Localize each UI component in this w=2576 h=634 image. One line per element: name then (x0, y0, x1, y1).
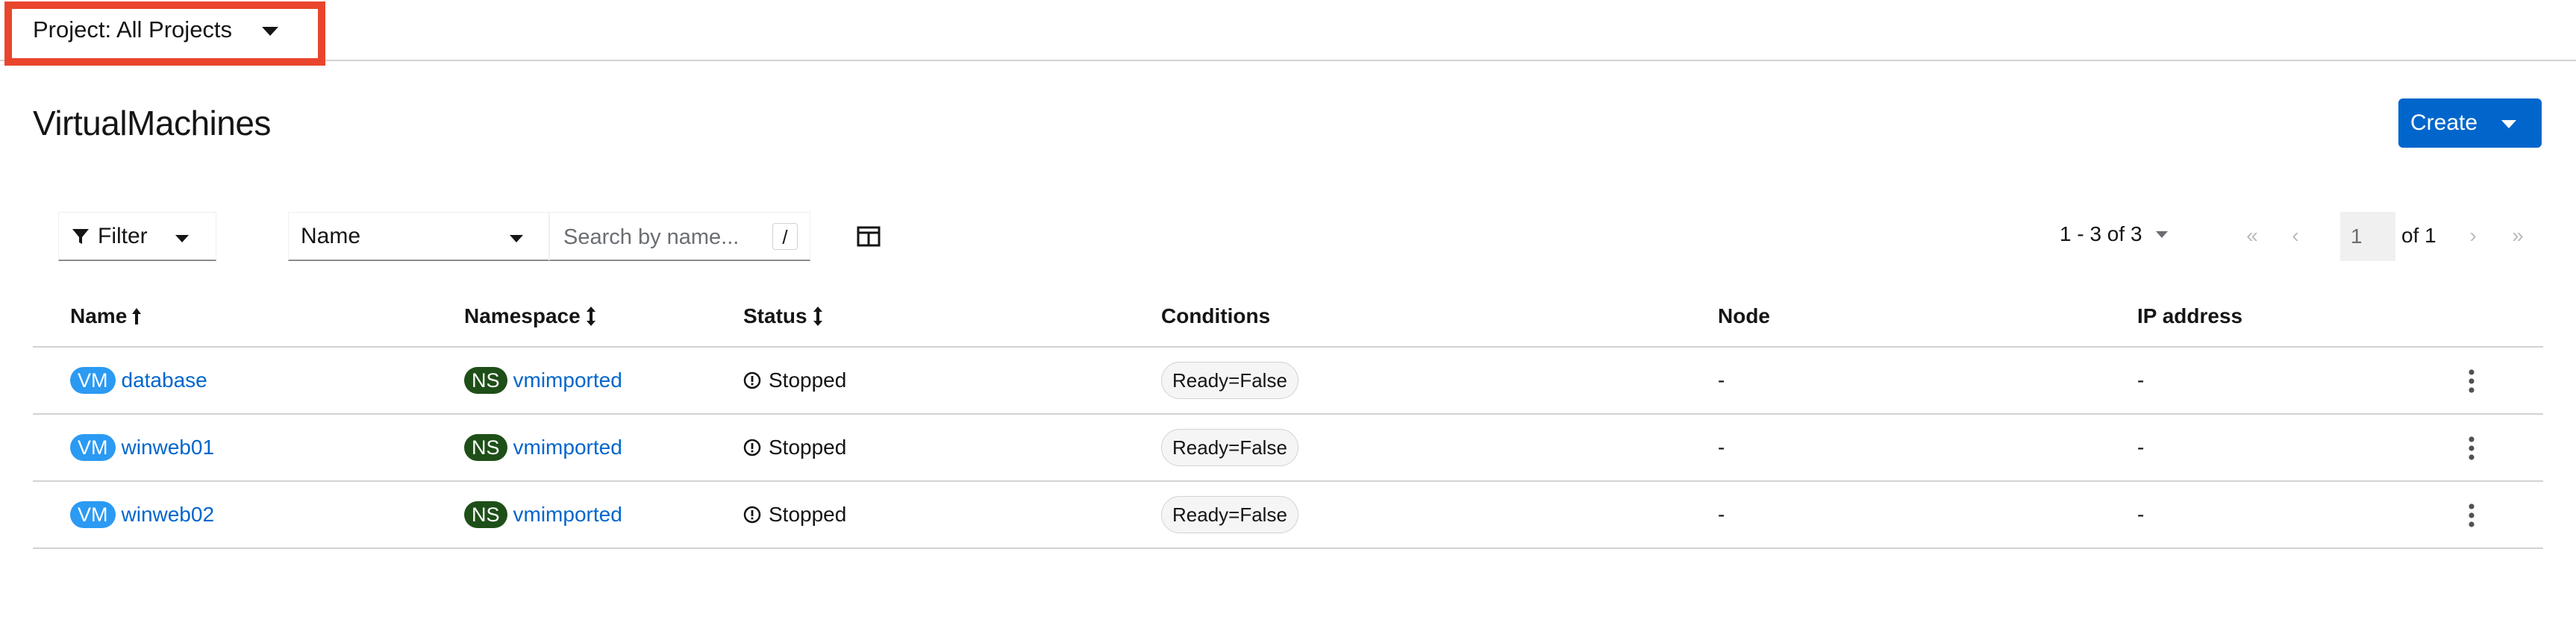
vm-name-cell: VM database (70, 348, 207, 413)
namespace-cell: NS vmimported (464, 348, 622, 413)
filter-icon (72, 228, 89, 244)
manage-columns-icon[interactable] (857, 225, 881, 248)
page-number-input[interactable]: 1 (2340, 212, 2395, 261)
pagination-range: 1 - 3 of 3 (2060, 222, 2142, 245)
kebab-menu-icon[interactable] (2467, 503, 2476, 528)
node-cell: - (1718, 436, 1725, 459)
caret-down-icon (175, 235, 189, 242)
caret-down-icon (2501, 120, 2516, 128)
status-cell: Stopped (743, 348, 846, 413)
status-cell: Stopped (743, 482, 846, 547)
column-header-name-label: Name (70, 304, 128, 327)
vm-badge: VM (70, 434, 116, 461)
create-button-label: Create (2410, 110, 2478, 135)
vm-name-cell: VM winweb02 (70, 482, 214, 547)
project-selector[interactable]: Project: All Projects (33, 13, 279, 46)
filter-dropdown[interactable]: Filter (58, 212, 216, 261)
next-page-icon[interactable]: › (2460, 224, 2486, 248)
info-circle-icon (743, 506, 761, 524)
status-text: Stopped (769, 368, 847, 392)
vm-name-cell: VM winweb01 (70, 415, 214, 480)
namespace-link[interactable]: vmimported (513, 368, 622, 392)
filter-label: Filter (98, 223, 148, 248)
conditions-cell: Ready=False (1161, 348, 1298, 413)
column-header-ip: IP address (2137, 304, 2243, 327)
column-header-node: Node (1718, 304, 1770, 327)
sort-icon (813, 307, 822, 326)
vm-badge: VM (70, 367, 116, 394)
last-page-icon[interactable]: » (2504, 224, 2531, 248)
info-circle-icon (743, 371, 761, 389)
search-shortcut-key: / (772, 223, 798, 250)
page-title: VirtualMachines (33, 104, 271, 142)
sort-icon (586, 307, 595, 326)
namespace-cell: NS vmimported (464, 482, 622, 547)
namespace-link[interactable]: vmimported (513, 436, 622, 459)
table-row: VM winweb02 NS vmimported Stopped Ready=… (33, 482, 2543, 549)
create-button[interactable]: Create (2398, 98, 2542, 148)
conditions-cell: Ready=False (1161, 415, 1298, 480)
table-row: VM winweb01 NS vmimported Stopped Ready=… (33, 415, 2543, 482)
search-attribute-select[interactable]: Name (288, 212, 549, 261)
node-cell: - (1718, 503, 1725, 526)
status-text: Stopped (769, 436, 847, 459)
search-input[interactable] (562, 222, 766, 253)
caret-down-icon (262, 27, 279, 36)
vm-name-link[interactable]: winweb02 (122, 503, 215, 527)
namespace-cell: NS vmimported (464, 415, 622, 480)
kebab-menu-icon[interactable] (2467, 436, 2476, 461)
column-header-name[interactable]: Name (70, 304, 142, 328)
caret-down-icon (2155, 230, 2168, 238)
sort-ascending-icon (132, 308, 142, 324)
status-text: Stopped (769, 503, 847, 526)
namespace-link[interactable]: vmimported (513, 503, 622, 527)
info-circle-icon (743, 439, 761, 456)
caret-down-icon (510, 235, 523, 242)
column-header-status[interactable]: Status (743, 304, 824, 328)
column-header-namespace[interactable]: Namespace (464, 304, 597, 328)
project-selector-label: Project: All Projects (33, 16, 233, 43)
status-cell: Stopped (743, 415, 846, 480)
ns-badge: NS (464, 434, 507, 461)
ns-badge: NS (464, 367, 507, 394)
first-page-icon[interactable]: « (2239, 224, 2266, 248)
ns-badge: NS (464, 501, 507, 528)
ip-cell: - (2137, 503, 2145, 526)
column-header-conditions: Conditions (1161, 304, 1271, 327)
vm-badge: VM (70, 501, 116, 528)
vm-name-link[interactable]: winweb01 (122, 436, 215, 459)
conditions-cell: Ready=False (1161, 482, 1298, 547)
pagination-range-toggle[interactable]: 1 - 3 of 3 (2060, 222, 2168, 246)
column-header-status-label: Status (743, 304, 807, 327)
ip-cell: - (2137, 368, 2145, 392)
search-input-container: / (549, 212, 810, 261)
page-total: of 1 (2401, 224, 2436, 247)
column-header-namespace-label: Namespace (464, 304, 581, 327)
vm-name-link[interactable]: database (122, 368, 207, 392)
table-row: VM database NS vmimported Stopped Ready=… (33, 348, 2543, 415)
condition-chip: Ready=False (1161, 429, 1298, 466)
condition-chip: Ready=False (1161, 362, 1298, 399)
kebab-menu-icon[interactable] (2467, 368, 2476, 394)
condition-chip: Ready=False (1161, 496, 1298, 533)
previous-page-icon[interactable]: ‹ (2282, 224, 2309, 248)
top-bar (0, 0, 2576, 61)
ip-cell: - (2137, 436, 2145, 459)
node-cell: - (1718, 368, 1725, 392)
search-attribute-label: Name (301, 223, 361, 248)
